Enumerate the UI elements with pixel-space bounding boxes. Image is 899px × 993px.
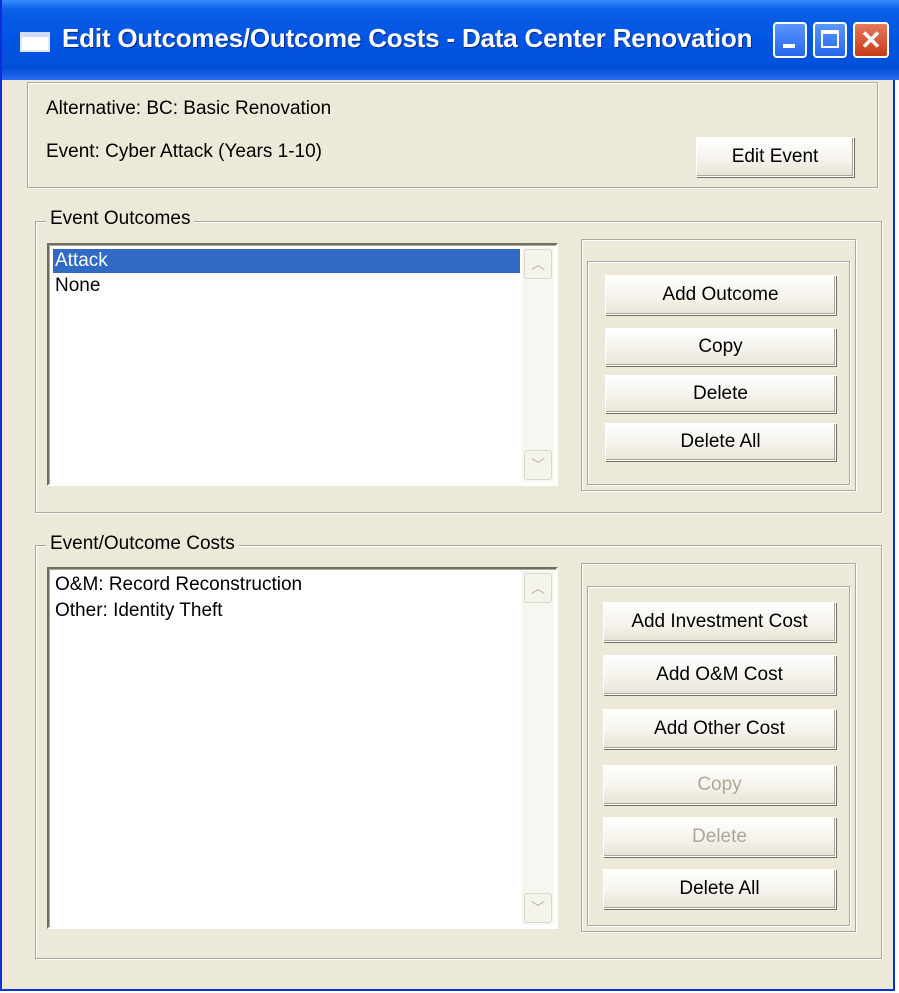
outcomes-list[interactable]: Attack None ︿ ﹀ bbox=[47, 243, 558, 486]
list-item-label: O&M: Record Reconstruction bbox=[55, 574, 303, 595]
list-item-label: None bbox=[55, 275, 101, 296]
minimize-button[interactable] bbox=[773, 22, 807, 58]
window-title: Edit Outcomes/Outcome Costs - Data Cente… bbox=[62, 23, 753, 53]
list-item-label: Attack bbox=[55, 250, 108, 271]
chevron-up-icon: ︿ bbox=[531, 256, 545, 272]
add-investment-cost-button[interactable]: Add Investment Cost bbox=[603, 602, 836, 642]
event-outcome-costs-group-label: Event/Outcome Costs bbox=[46, 533, 239, 555]
scroll-down-button[interactable]: ﹀ bbox=[524, 450, 552, 480]
list-item[interactable]: Other: Identity Theft bbox=[53, 599, 223, 623]
event-label: Event: Cyber Attack (Years 1-10) bbox=[46, 141, 322, 162]
scroll-up-button[interactable]: ︿ bbox=[524, 573, 552, 603]
chevron-down-icon: ﹀ bbox=[531, 457, 545, 473]
window-icon bbox=[20, 32, 50, 52]
scroll-up-button[interactable]: ︿ bbox=[524, 249, 552, 279]
scroll-down-button[interactable]: ﹀ bbox=[524, 893, 552, 923]
copy-outcome-button[interactable]: Copy bbox=[605, 328, 836, 366]
edit-event-button[interactable]: Edit Event bbox=[696, 137, 854, 177]
add-om-cost-button[interactable]: Add O&M Cost bbox=[603, 655, 836, 695]
chevron-up-icon: ︿ bbox=[531, 580, 545, 596]
event-outcomes-group-label: Event Outcomes bbox=[46, 208, 195, 230]
chevron-down-icon: ﹀ bbox=[531, 900, 545, 916]
delete-outcome-button[interactable]: Delete bbox=[605, 375, 836, 413]
minimize-icon bbox=[783, 44, 795, 48]
delete-all-costs-button[interactable]: Delete All bbox=[603, 869, 836, 909]
delete-cost-button: Delete bbox=[603, 817, 836, 857]
list-item-label: Other: Identity Theft bbox=[55, 600, 223, 621]
list-item[interactable]: O&M: Record Reconstruction bbox=[53, 573, 302, 597]
maximize-button[interactable] bbox=[813, 22, 847, 58]
title-bar[interactable]: Edit Outcomes/Outcome Costs - Data Cente… bbox=[2, 0, 899, 80]
costs-scrollbar[interactable]: ︿ ﹀ bbox=[522, 571, 554, 925]
copy-cost-button: Copy bbox=[603, 765, 836, 805]
costs-list[interactable]: O&M: Record Reconstruction Other: Identi… bbox=[47, 567, 558, 929]
outcomes-scrollbar[interactable]: ︿ ﹀ bbox=[522, 247, 554, 482]
maximize-icon bbox=[821, 30, 839, 48]
list-item[interactable]: Attack bbox=[53, 249, 520, 273]
list-item[interactable]: None bbox=[53, 274, 100, 298]
dialog-window: Edit Outcomes/Outcome Costs - Data Cente… bbox=[0, 0, 899, 991]
add-other-cost-button[interactable]: Add Other Cost bbox=[603, 709, 836, 749]
close-icon: ✕ bbox=[860, 25, 882, 55]
alternative-label: Alternative: BC: Basic Renovation bbox=[46, 98, 332, 119]
delete-all-outcomes-button[interactable]: Delete All bbox=[605, 423, 836, 461]
add-outcome-button[interactable]: Add Outcome bbox=[605, 275, 836, 315]
info-panel: Alternative: BC: Basic Renovation Event:… bbox=[27, 82, 878, 188]
close-button[interactable]: ✕ bbox=[853, 22, 889, 58]
